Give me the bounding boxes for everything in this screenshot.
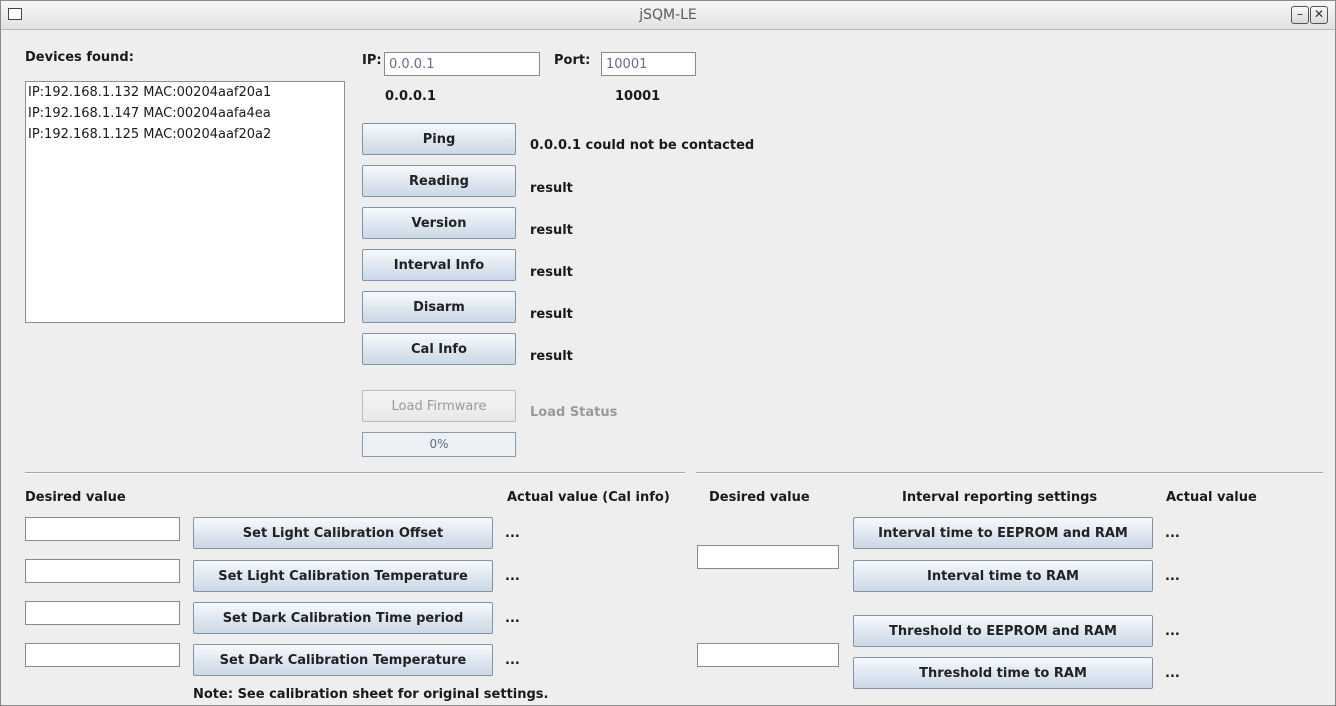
app-window: jSQM-LE – ✕ Devices found: IP:192.168.1.… [0, 0, 1336, 706]
version-button[interactable]: Version [362, 207, 516, 239]
firmware-progress-bar: 0% [362, 432, 516, 457]
interval-desired-header: Desired value [709, 490, 810, 505]
load-firmware-button[interactable]: Load Firmware [362, 390, 516, 422]
disarm-result: result [530, 307, 573, 322]
light-temp-input[interactable] [25, 559, 180, 583]
interval-ram-button[interactable]: Interval time to RAM [853, 560, 1153, 592]
threshold-desired-input[interactable] [697, 643, 839, 667]
interval-eeprom-ram-actual: ... [1165, 526, 1180, 541]
interval-settings-header: Interval reporting settings [902, 490, 1098, 505]
left-separator [25, 472, 685, 474]
dark-period-actual: ... [505, 611, 520, 626]
ping-button[interactable]: Ping [362, 123, 516, 155]
set-dark-temp-button[interactable]: Set Dark Calibration Temperature [193, 644, 493, 676]
set-light-offset-button[interactable]: Set Light Calibration Offset [193, 517, 493, 549]
cal-info-button[interactable]: Cal Info [362, 333, 516, 365]
dark-temp-actual: ... [505, 653, 520, 668]
threshold-ram-button[interactable]: Threshold time to RAM [853, 657, 1153, 689]
reading-button[interactable]: Reading [362, 165, 516, 197]
reading-result: result [530, 181, 573, 196]
interval-ram-actual: ... [1165, 569, 1180, 584]
list-item[interactable]: IP:192.168.1.125 MAC:00204aaf20a2 [28, 127, 271, 142]
interval-info-result: result [530, 265, 573, 280]
close-icon[interactable]: ✕ [1310, 6, 1328, 24]
cal-desired-header: Desired value [25, 490, 126, 505]
title-bar: jSQM-LE – ✕ [1, 1, 1335, 30]
dark-temp-input[interactable] [25, 643, 180, 667]
window-title: jSQM-LE [639, 7, 697, 23]
interval-desired-input[interactable] [697, 545, 839, 569]
light-offset-actual: ... [505, 526, 520, 541]
cal-info-result: result [530, 349, 573, 364]
devices-found-label: Devices found: [25, 50, 134, 65]
progress-text: 0% [429, 437, 449, 451]
set-dark-period-button[interactable]: Set Dark Calibration Time period [193, 602, 493, 634]
disarm-button[interactable]: Disarm [362, 291, 516, 323]
threshold-eeprom-ram-button[interactable]: Threshold to EEPROM and RAM [853, 615, 1153, 647]
minimize-icon[interactable]: – [1291, 6, 1309, 24]
list-item[interactable]: IP:192.168.1.132 MAC:00204aaf20a1 [28, 85, 271, 100]
threshold-ram-actual: ... [1165, 666, 1180, 681]
port-display: 10001 [615, 89, 661, 104]
interval-actual-header: Actual value [1166, 490, 1257, 505]
dark-period-input[interactable] [25, 601, 180, 625]
ip-input[interactable] [384, 52, 540, 76]
interval-eeprom-ram-button[interactable]: Interval time to EEPROM and RAM [853, 517, 1153, 549]
set-light-temp-button[interactable]: Set Light Calibration Temperature [193, 560, 493, 592]
interval-info-button[interactable]: Interval Info [362, 249, 516, 281]
cal-actual-header: Actual value (Cal info) [507, 490, 670, 505]
ping-result: 0.0.0.1 could not be contacted [530, 138, 755, 153]
right-separator [696, 472, 1323, 474]
threshold-eeprom-ram-actual: ... [1165, 624, 1180, 639]
port-input[interactable] [601, 52, 696, 76]
list-item[interactable]: IP:192.168.1.147 MAC:00204aafa4ea [28, 106, 271, 121]
light-offset-input[interactable] [25, 517, 180, 541]
light-temp-actual: ... [505, 569, 520, 584]
ip-label: IP: [362, 53, 382, 68]
load-status-label: Load Status [530, 405, 618, 420]
port-label: Port: [554, 53, 591, 68]
calibration-note: Note: See calibration sheet for original… [193, 687, 549, 702]
ip-display: 0.0.0.1 [385, 89, 436, 104]
version-result: result [530, 223, 573, 238]
devices-list[interactable]: IP:192.168.1.132 MAC:00204aaf20a1 IP:192… [25, 81, 345, 323]
